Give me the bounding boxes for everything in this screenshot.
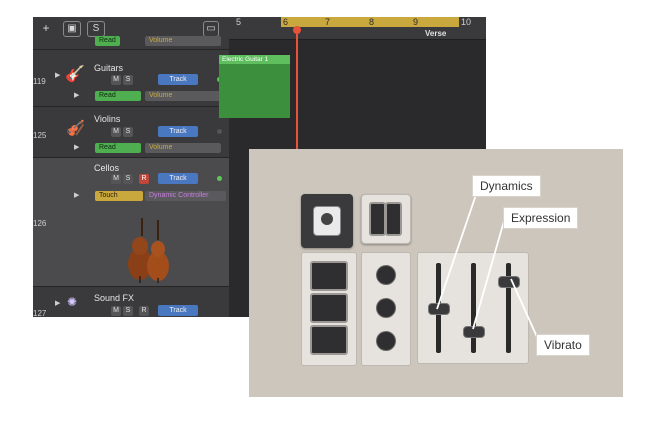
automation-mode-select[interactable]: Read	[95, 36, 120, 46]
track-row-cellos[interactable]: 126 Cellos M S R Track ▶ Touch Dynamic C…	[33, 158, 229, 287]
solo-button[interactable]: S	[123, 75, 133, 85]
marker-label[interactable]: Verse	[425, 29, 446, 38]
disclosure-triangle-icon[interactable]: ▶	[55, 71, 60, 79]
bar-number: 7	[325, 17, 331, 27]
violin-icon: 🎻	[66, 120, 85, 137]
disclosure-triangle-icon[interactable]: ▶	[55, 299, 60, 307]
track-row-partial[interactable]: Read Volume	[33, 36, 229, 50]
automation-mode-select[interactable]: Read	[95, 91, 141, 101]
cello-icon	[128, 218, 169, 283]
mute-button[interactable]: M	[111, 306, 121, 316]
track-name[interactable]: Violins	[94, 114, 120, 124]
track-row-violins[interactable]: 125 🎻 Violins M S Track ▶ Read Volume	[33, 107, 229, 158]
controller-illustration-panel: Dynamics Expression Vibrato	[249, 149, 623, 397]
track-button[interactable]: Track	[158, 74, 198, 85]
mute-button[interactable]: M	[111, 75, 121, 85]
automation-mode-select[interactable]: Touch	[95, 191, 143, 201]
automation-param-select[interactable]: Volume	[145, 143, 221, 153]
track-number: 119	[33, 77, 46, 86]
solo-button[interactable]: S	[123, 127, 133, 137]
playhead[interactable]	[296, 34, 298, 162]
automation-disclosure-icon[interactable]: ▶	[74, 191, 79, 199]
record-button[interactable]: R	[139, 174, 149, 184]
automation-disclosure-icon[interactable]: ▶	[74, 91, 79, 99]
track-name[interactable]: Cellos	[94, 163, 119, 173]
track-button[interactable]: Track	[158, 173, 198, 184]
automation-mode-select[interactable]: Read	[95, 143, 141, 153]
region-electric-guitar[interactable]	[219, 55, 290, 118]
record-button[interactable]: R	[139, 306, 149, 316]
callout-vibrato: Vibrato	[536, 334, 590, 356]
automation-param-select[interactable]: Volume	[145, 91, 221, 101]
track-number: 126	[33, 219, 47, 228]
track-name[interactable]: Guitars	[94, 63, 123, 73]
track-options-button[interactable]: ▭	[203, 21, 219, 37]
solo-button[interactable]: S	[123, 306, 133, 316]
sparkle-icon: ✺	[67, 295, 78, 309]
track-button[interactable]: Track	[158, 126, 198, 137]
bar-number: 8	[369, 17, 375, 27]
duplicate-track-button[interactable]: ▣	[63, 21, 81, 37]
playhead-handle[interactable]	[293, 26, 301, 34]
activity-indicator	[217, 176, 222, 181]
automation-param-select[interactable]: Volume	[145, 36, 221, 46]
bar-number: 5	[236, 17, 242, 27]
track-name[interactable]: Sound FX	[94, 293, 134, 303]
timeline-ruler[interactable]: 5 6 7 8 9 10	[229, 17, 486, 40]
bar-number: 6	[283, 17, 289, 27]
activity-indicator	[217, 129, 222, 134]
track-button[interactable]: Track	[158, 305, 198, 316]
automation-param-select[interactable]: Dynamic Controller	[145, 191, 226, 201]
track-number: 125	[33, 131, 47, 140]
track-row-sound-fx[interactable]: ▶ ✺ Sound FX M S R Track 127	[33, 287, 229, 317]
track-row-guitars[interactable]: 119 ▶ 🎸 Guitars M S Track ▶ Read Volume	[33, 50, 229, 107]
bar-number: 10	[461, 17, 472, 27]
callout-leader-lines	[436, 185, 538, 338]
callout-expression: Expression	[503, 207, 579, 229]
solo-button[interactable]: S	[123, 174, 133, 184]
add-track-button[interactable]: +	[41, 21, 51, 35]
region-label: Electric Guitar 1	[222, 56, 269, 63]
s-button[interactable]: S	[87, 21, 105, 37]
guitar-icon: 🎸	[65, 66, 85, 83]
automation-disclosure-icon[interactable]: ▶	[74, 143, 79, 151]
callout-dynamics: Dynamics	[472, 175, 541, 197]
track-number: 127	[33, 309, 47, 317]
bar-number: 9	[413, 17, 419, 27]
mute-button[interactable]: M	[111, 127, 121, 137]
mute-button[interactable]: M	[111, 174, 121, 184]
